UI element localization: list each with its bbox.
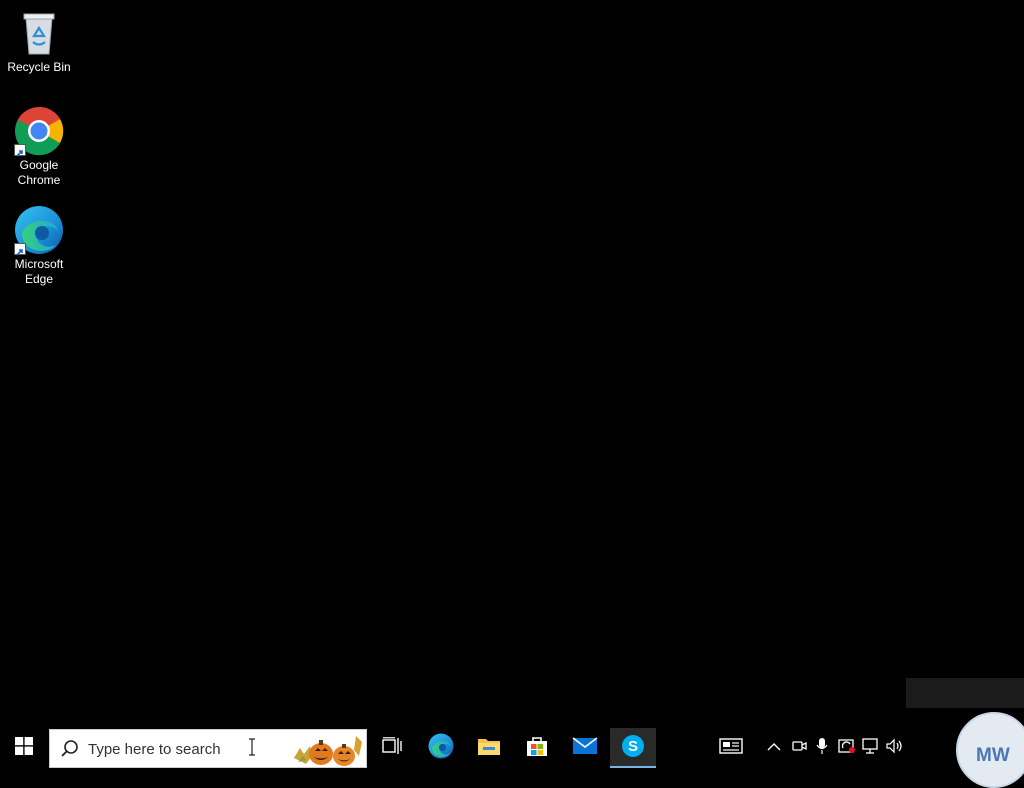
shortcut-arrow-icon bbox=[14, 144, 26, 157]
taskbar-file-explorer-button[interactable] bbox=[466, 728, 512, 768]
shortcut-arrow-icon bbox=[14, 243, 26, 256]
task-view-button[interactable] bbox=[370, 728, 414, 768]
show-hidden-icons-button[interactable] bbox=[766, 739, 782, 757]
mail-icon bbox=[572, 736, 598, 761]
taskbar-microsoft-store-button[interactable] bbox=[514, 728, 560, 768]
chrome-icon bbox=[14, 106, 64, 157]
notification-strip bbox=[906, 678, 1024, 708]
desktop-icon-label: Microsoft Edge bbox=[14, 257, 64, 286]
desktop-icon-recycle-bin[interactable]: Recycle Bin bbox=[4, 8, 74, 75]
taskbar-edge-button[interactable] bbox=[418, 728, 464, 768]
desktop-icon-microsoft-edge[interactable]: Microsoft Edge bbox=[4, 205, 74, 287]
microphone-icon bbox=[816, 737, 828, 760]
text-cursor-icon bbox=[248, 738, 256, 761]
windows-logo-icon bbox=[15, 736, 33, 760]
volume-button[interactable] bbox=[886, 738, 904, 759]
news-icon bbox=[719, 737, 743, 759]
edge-icon bbox=[14, 205, 64, 256]
desktop-icon-label: Recycle Bin bbox=[7, 60, 71, 74]
meet-now-icon bbox=[791, 738, 807, 759]
network-icon bbox=[862, 737, 880, 759]
desktop: Recycle Bin Google Chrome Microsoft Edge bbox=[0, 0, 1024, 728]
sync-status-button[interactable] bbox=[838, 738, 856, 759]
taskbar-mail-button[interactable] bbox=[562, 728, 608, 768]
recycle-bin-icon bbox=[14, 8, 64, 58]
skype-icon: S bbox=[621, 734, 645, 763]
svg-text:S: S bbox=[628, 738, 638, 755]
folder-icon bbox=[477, 736, 501, 761]
user-initials: MW bbox=[976, 745, 1010, 766]
desktop-icon-google-chrome[interactable]: Google Chrome bbox=[4, 106, 74, 188]
halloween-search-highlight-icon[interactable] bbox=[290, 730, 366, 768]
search-placeholder: Type here to search bbox=[88, 741, 221, 758]
desktop-icon-label: Google Chrome bbox=[17, 158, 61, 187]
network-button[interactable] bbox=[862, 737, 880, 759]
task-view-icon bbox=[382, 736, 402, 760]
volume-icon bbox=[886, 738, 904, 759]
store-icon bbox=[526, 735, 548, 762]
user-avatar[interactable]: MW bbox=[956, 712, 1024, 788]
taskbar-skype-button[interactable]: S bbox=[610, 728, 656, 768]
search-icon bbox=[60, 739, 80, 764]
microphone-button[interactable] bbox=[814, 737, 830, 760]
sync-icon bbox=[838, 738, 856, 759]
chevron-up-icon bbox=[767, 739, 781, 757]
meet-now-button[interactable] bbox=[791, 739, 807, 757]
start-button[interactable] bbox=[0, 728, 48, 768]
news-and-interests-button[interactable] bbox=[718, 737, 744, 759]
edge-icon bbox=[428, 733, 454, 764]
search-box[interactable]: Type here to search bbox=[49, 729, 367, 768]
